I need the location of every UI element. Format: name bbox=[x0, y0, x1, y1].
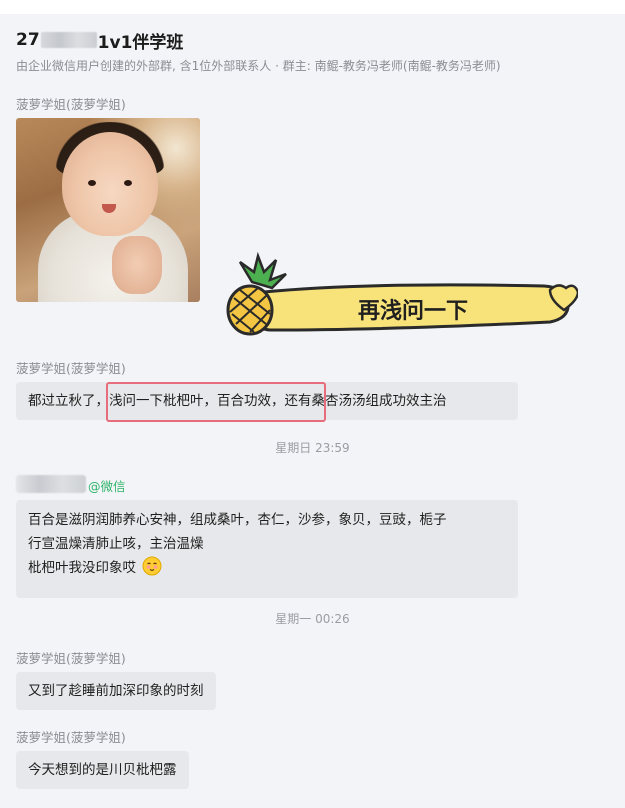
message-sender[interactable]: 菠萝学姐(菠萝学姐) bbox=[16, 648, 126, 667]
redacted-sender-name bbox=[16, 475, 86, 493]
smile-emoji-icon bbox=[142, 556, 162, 576]
photo-face bbox=[62, 132, 158, 236]
title-prefix: 27 bbox=[16, 30, 40, 50]
photo-eye bbox=[124, 180, 132, 186]
redacted-mask bbox=[40, 32, 97, 48]
message-sender[interactable]: 菠萝学姐(菠萝学姐) bbox=[16, 94, 126, 113]
sticker-text: 再浅问一下 bbox=[358, 298, 468, 323]
image-message[interactable] bbox=[16, 118, 200, 302]
wechat-tag[interactable]: @微信 bbox=[88, 476, 126, 495]
message-bubble[interactable]: 今天想到的是川贝枇杷露 bbox=[16, 751, 189, 789]
message-sender[interactable]: 菠萝学姐(菠萝学姐) bbox=[16, 727, 126, 746]
pineapple-sticker[interactable]: 再浅问一下 bbox=[218, 252, 578, 340]
timestamp: 星期日 23:59 bbox=[275, 441, 350, 455]
group-description: 由企业微信用户创建的外部群, 含1位外部联系人 · 群主: 南鲲-教务冯老师(南… bbox=[16, 59, 501, 73]
highlight-annotation bbox=[106, 382, 326, 422]
message-line: 枇杷叶我没印象哎 bbox=[28, 560, 136, 576]
photo-hands bbox=[112, 236, 162, 294]
chat-window: 27 1v1伴学班 由企业微信用户创建的外部群, 含1位外部联系人 · 群主: … bbox=[0, 0, 625, 808]
message-sender[interactable]: 菠萝学姐(菠萝学姐) bbox=[16, 358, 126, 377]
top-strip bbox=[0, 0, 625, 14]
message-line: 行宣温燥清肺止咳，主治温燥 bbox=[28, 536, 204, 552]
timestamp: 星期一 00:26 bbox=[275, 612, 350, 626]
chat-title[interactable]: 27 1v1伴学班 bbox=[16, 28, 609, 53]
message-bubble[interactable]: 百合是滋阴润肺养心安神，组成桑叶，杏仁，沙参，象贝，豆豉，栀子 行宣温燥清肺止咳… bbox=[16, 500, 518, 598]
message-line-with-emoji: 枇杷叶我没印象哎 bbox=[28, 556, 506, 580]
message-bubble[interactable]: 又到了趁睡前加深印象的时刻 bbox=[16, 672, 216, 710]
photo-eye bbox=[88, 180, 96, 186]
title-suffix: 1v1伴学班 bbox=[97, 32, 184, 53]
chat-header: 27 1v1伴学班 bbox=[16, 28, 609, 53]
message-line: 百合是滋阴润肺养心安神，组成桑叶，杏仁，沙参，象贝，豆豉，栀子 bbox=[28, 512, 447, 528]
